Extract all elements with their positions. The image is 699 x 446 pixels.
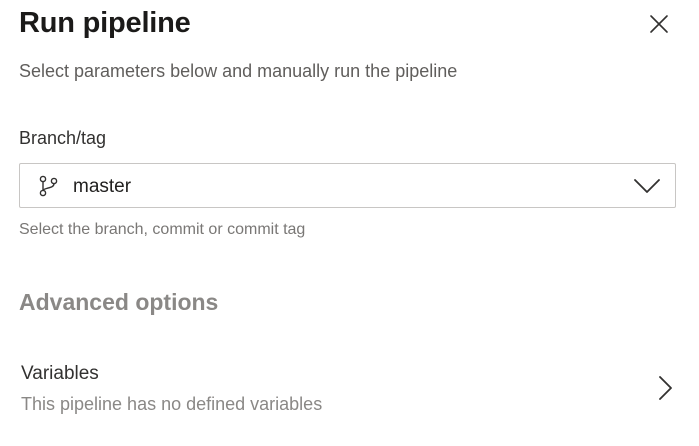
close-icon [650, 15, 668, 33]
advanced-options-heading: Advanced options [19, 289, 219, 315]
git-branch-icon [39, 175, 58, 197]
panel-title: Run pipeline [19, 7, 191, 39]
close-button[interactable] [644, 9, 674, 39]
branch-dropdown[interactable]: master [19, 163, 676, 208]
variables-title: Variables [21, 363, 99, 384]
variables-row[interactable]: Variables This pipeline has no defined v… [0, 352, 699, 422]
chevron-down-icon [634, 179, 660, 193]
chevron-right-icon [659, 376, 672, 400]
panel-subtitle: Select parameters below and manually run… [19, 61, 458, 81]
branch-field-label: Branch/tag [19, 128, 107, 148]
variables-description: This pipeline has no defined variables [21, 394, 323, 414]
branch-dropdown-value: master [73, 176, 132, 197]
branch-helper-text: Select the branch, commit or commit tag [19, 221, 306, 238]
